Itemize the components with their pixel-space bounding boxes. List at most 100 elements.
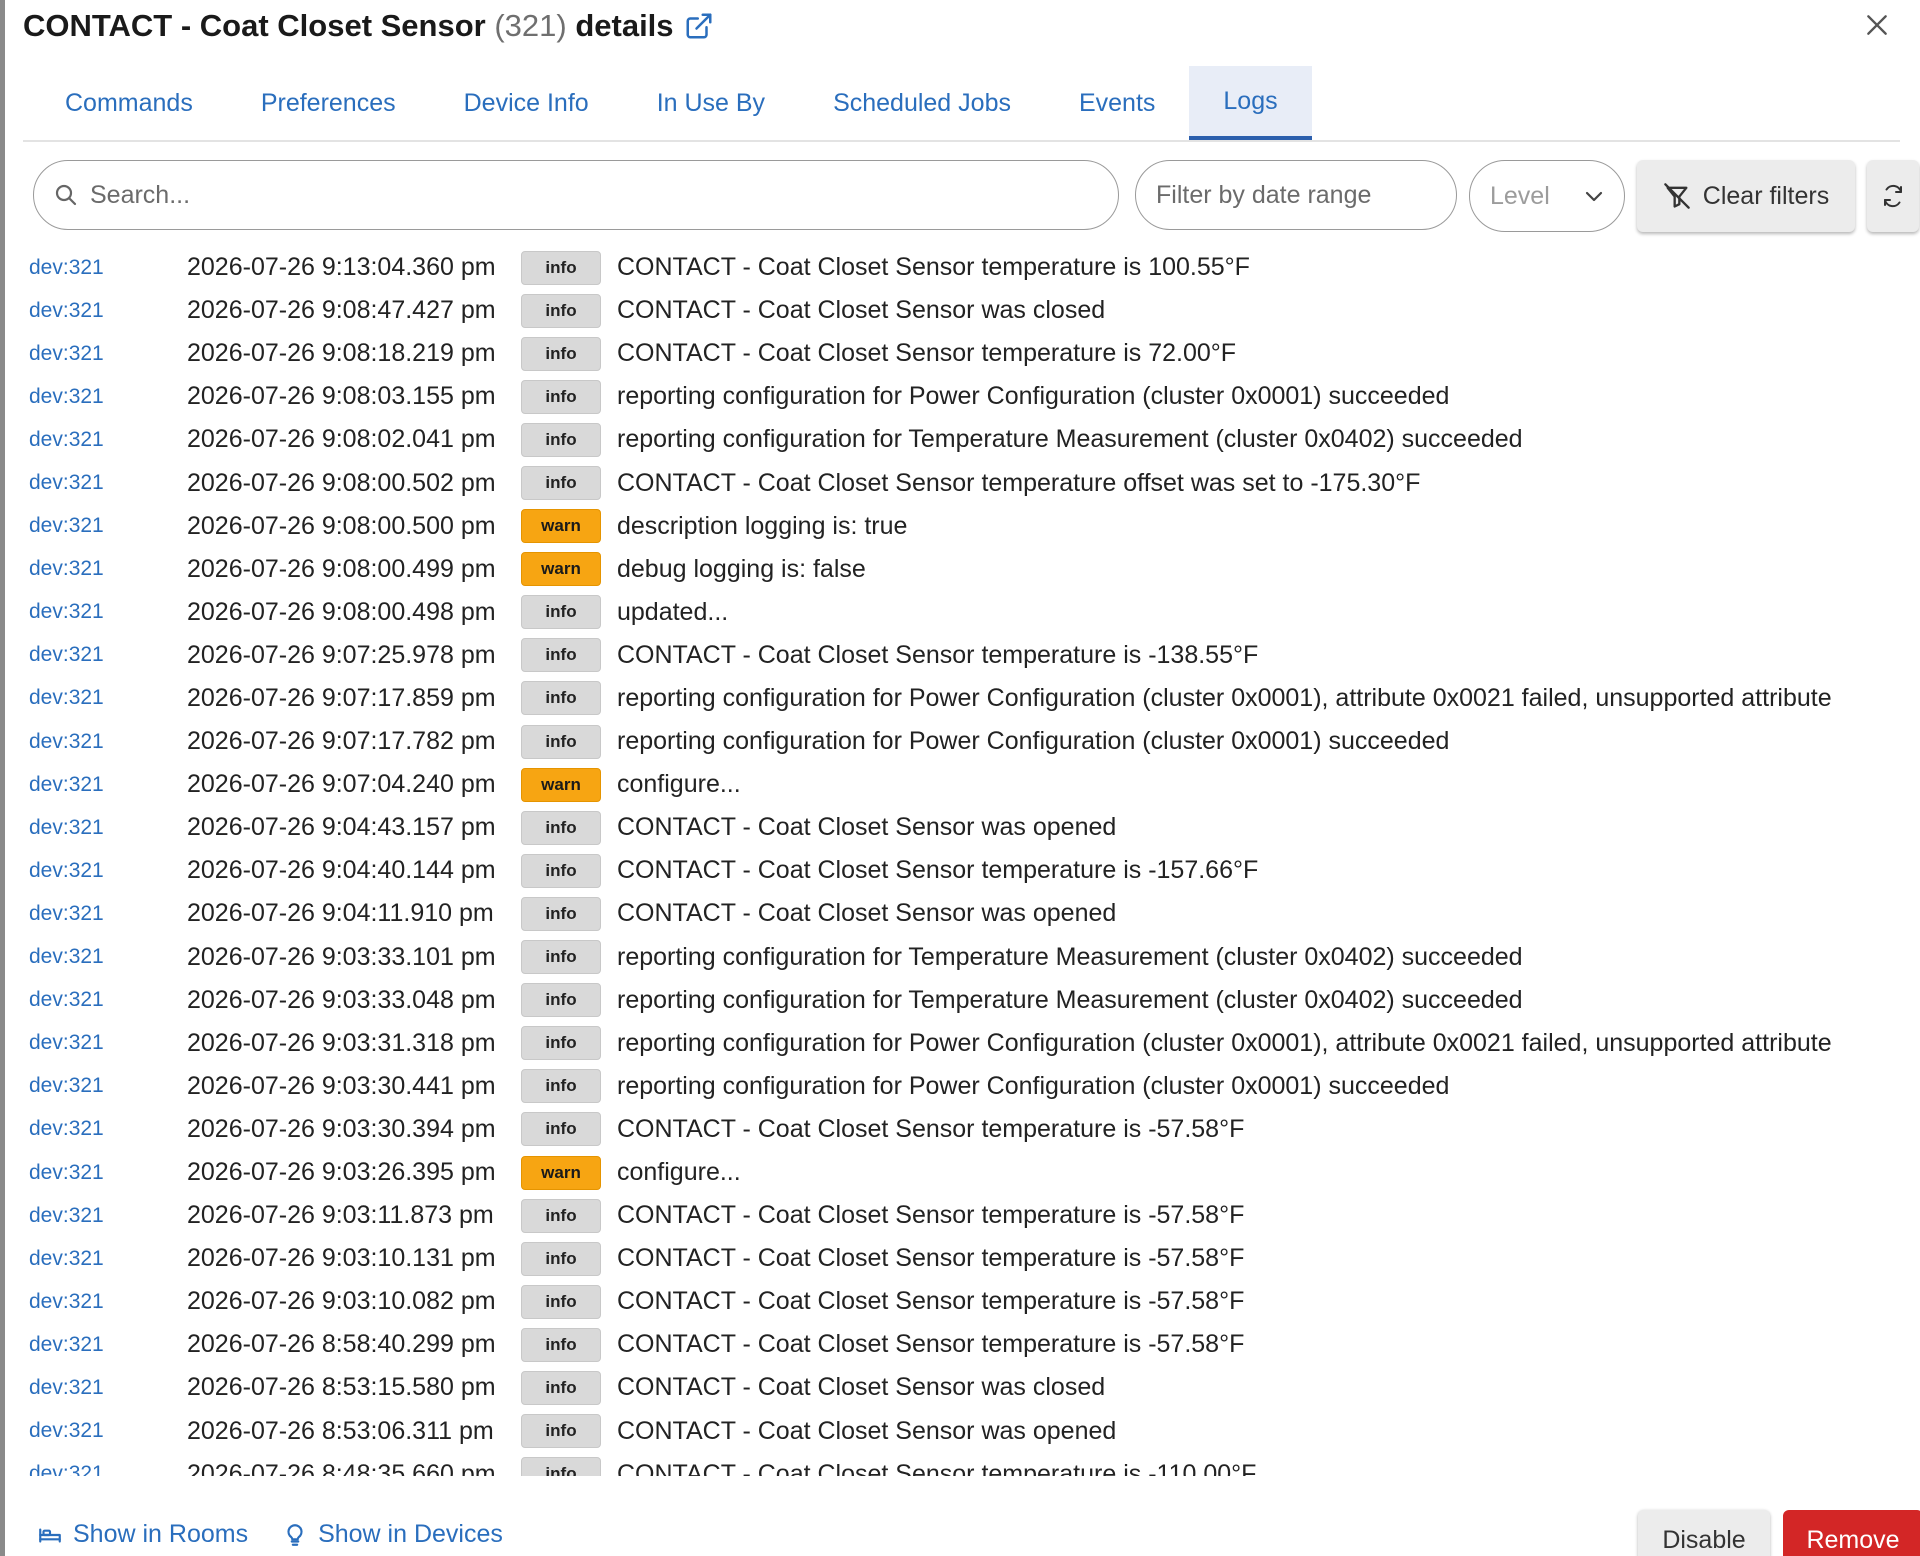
show-in-rooms-label: Show in Rooms: [73, 1520, 249, 1548]
log-device-link[interactable]: dev:321: [29, 902, 187, 926]
external-link-icon[interactable]: [684, 11, 714, 41]
log-device-link[interactable]: dev:321: [29, 1419, 187, 1443]
log-device-link[interactable]: dev:321: [29, 557, 187, 581]
log-device-link[interactable]: dev:321: [29, 1031, 187, 1055]
search-input[interactable]: [90, 180, 1050, 210]
tab-commands[interactable]: Commands: [23, 66, 227, 140]
log-level-badge: info: [521, 896, 601, 931]
log-row: dev:321 2026-07-26 9:13:04.360 pm info CONT…: [29, 246, 1909, 289]
remove-button[interactable]: Remove: [1783, 1510, 1920, 1556]
log-device-link[interactable]: dev:321: [29, 256, 187, 280]
search-icon: [55, 184, 77, 206]
log-device-link[interactable]: dev:321: [29, 988, 187, 1012]
log-level-badge: info: [521, 379, 601, 414]
tab-logs[interactable]: Logs: [1189, 66, 1312, 140]
log-device-link[interactable]: dev:321: [29, 1204, 187, 1228]
tab-preferences[interactable]: Preferences: [227, 66, 430, 140]
level-select-value: Level: [1490, 181, 1550, 210]
log-timestamp: 2026-07-26 9:03:10.082 pm: [187, 1287, 496, 1316]
log-row: dev:321 2026-07-26 9:07:17.782 pm info repo…: [29, 720, 1909, 763]
clear-filters-button[interactable]: Clear filters: [1637, 160, 1855, 232]
tab-device-info[interactable]: Device Info: [430, 66, 623, 140]
log-timestamp: 2026-07-26 8:53:15.580 pm: [187, 1373, 496, 1402]
log-level-badge: info: [521, 853, 601, 888]
log-level-badge: warn: [521, 1155, 601, 1190]
log-device-link[interactable]: dev:321: [29, 1161, 187, 1185]
log-device-link[interactable]: dev:321: [29, 342, 187, 366]
log-level-badge: warn: [521, 767, 601, 802]
date-range-filter[interactable]: Filter by date range: [1135, 160, 1457, 230]
disable-button[interactable]: Disable: [1638, 1510, 1770, 1556]
level-select[interactable]: Level: [1469, 160, 1625, 232]
log-timestamp: 2026-07-26 9:08:03.155 pm: [187, 382, 496, 411]
log-device-link[interactable]: dev:321: [29, 773, 187, 797]
chevron-down-icon: [1585, 191, 1603, 202]
log-timestamp: 2026-07-26 9:08:02.041 pm: [187, 425, 496, 454]
refresh-button[interactable]: [1867, 160, 1919, 232]
log-timestamp: 2026-07-26 9:03:30.394 pm: [187, 1114, 496, 1143]
show-in-devices-label: Show in Devices: [318, 1520, 503, 1548]
log-device-link[interactable]: dev:321: [29, 1117, 187, 1141]
log-device-link[interactable]: dev:321: [29, 945, 187, 969]
log-device-link[interactable]: dev:321: [29, 730, 187, 754]
clear-filters-label: Clear filters: [1702, 181, 1830, 210]
tab-events[interactable]: Events: [1045, 66, 1189, 140]
log-level-badge: warn: [521, 552, 601, 587]
log-timestamp: 2026-07-26 9:03:33.101 pm: [187, 942, 496, 971]
title-suffix: details: [566, 8, 674, 43]
log-device-link[interactable]: dev:321: [29, 1290, 187, 1314]
log-message: configure...: [617, 1158, 741, 1187]
log-row: dev:321 2026-07-26 9:03:30.441 pm info repo…: [29, 1065, 1909, 1108]
log-device-link[interactable]: dev:321: [29, 686, 187, 710]
log-device-link[interactable]: dev:321: [29, 299, 187, 323]
log-device-link[interactable]: dev:321: [29, 471, 187, 495]
log-device-link[interactable]: dev:321: [29, 1247, 187, 1271]
log-row: dev:321 2026-07-26 9:08:03.155 pm info repo…: [29, 375, 1909, 418]
log-device-link[interactable]: dev:321: [29, 816, 187, 840]
log-message: debug logging is: false: [617, 554, 866, 583]
log-row: dev:321 2026-07-26 9:03:26.395 pm warn conf…: [29, 1151, 1909, 1194]
log-message: reporting configuration for Power Config…: [617, 683, 1832, 712]
log-timestamp: 2026-07-26 9:04:43.157 pm: [187, 813, 496, 842]
log-device-link[interactable]: dev:321: [29, 514, 187, 538]
filter-off-icon: [1663, 183, 1690, 209]
log-message: CONTACT - Coat Closet Sensor temperature…: [617, 468, 1421, 497]
log-device-link[interactable]: dev:321: [29, 1333, 187, 1357]
close-button[interactable]: [1860, 8, 1894, 42]
log-device-link[interactable]: dev:321: [29, 859, 187, 883]
show-in-devices-link[interactable]: Show in Devices: [282, 1520, 503, 1549]
log-timestamp: 2026-07-26 9:13:04.360 pm: [187, 253, 496, 282]
log-device-link[interactable]: dev:321: [29, 428, 187, 452]
log-level-badge: info: [521, 724, 601, 759]
log-device-link[interactable]: dev:321: [29, 1376, 187, 1400]
show-in-rooms-link[interactable]: Show in Rooms: [37, 1520, 248, 1549]
log-timestamp: 2026-07-26 9:08:18.219 pm: [187, 339, 496, 368]
log-device-link[interactable]: dev:321: [29, 600, 187, 624]
log-level-badge: info: [521, 595, 601, 630]
log-message: CONTACT - Coat Closet Sensor was closed: [617, 1373, 1106, 1402]
log-message: CONTACT - Coat Closet Sensor was opened: [617, 899, 1117, 928]
log-message: CONTACT - Coat Closet Sensor temperature…: [617, 1114, 1245, 1143]
log-device-link[interactable]: dev:321: [29, 1074, 187, 1098]
dialog-title: CONTACT - Coat Closet Sensor (321) detai…: [23, 8, 674, 44]
log-device-link[interactable]: dev:321: [29, 385, 187, 409]
log-device-link[interactable]: dev:321: [29, 1462, 187, 1476]
log-message: CONTACT - Coat Closet Sensor was opened: [617, 1416, 1117, 1445]
footer-links: Show in Rooms Show in Devices: [37, 1520, 503, 1549]
log-row: dev:321 2026-07-26 9:04:40.144 pm info CONT…: [29, 849, 1909, 892]
log-timestamp: 2026-07-26 9:08:47.427 pm: [187, 296, 496, 325]
tab-in-use-by[interactable]: In Use By: [623, 66, 799, 140]
log-timestamp: 2026-07-26 9:03:26.395 pm: [187, 1158, 496, 1187]
refresh-icon: [1884, 184, 1902, 208]
bed-icon: [39, 1528, 61, 1543]
log-level-badge: info: [521, 1457, 601, 1476]
log-level-badge: info: [521, 1284, 601, 1319]
log-list[interactable]: dev:321 2026-07-26 9:13:04.360 pm info CONT…: [29, 246, 1909, 1476]
log-device-link[interactable]: dev:321: [29, 643, 187, 667]
tab-scheduled-jobs[interactable]: Scheduled Jobs: [799, 66, 1045, 140]
log-level-badge: info: [521, 810, 601, 845]
log-timestamp: 2026-07-26 9:04:40.144 pm: [187, 856, 496, 885]
log-row: dev:321 2026-07-26 9:03:11.873 pm info CONT…: [29, 1194, 1909, 1237]
log-timestamp: 2026-07-26 9:08:00.498 pm: [187, 597, 496, 626]
log-message: reporting configuration for Power Config…: [617, 1071, 1450, 1100]
